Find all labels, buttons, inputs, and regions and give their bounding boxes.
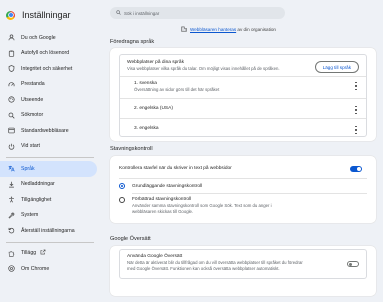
sidebar-item-label: Vid start bbox=[21, 143, 40, 150]
sidebar-nav: Du och Google Autofyll och lösenord Inte… bbox=[0, 30, 100, 277]
app-header: Inställningar bbox=[6, 6, 100, 24]
sidebar-item-label: Autofyll och lösenord bbox=[21, 50, 70, 57]
translate-box: Använda Google Översätt När detta är akt… bbox=[119, 249, 367, 279]
search-bar: Sök i inställningar bbox=[110, 7, 285, 21]
sidebar-item-system[interactable]: System bbox=[0, 208, 97, 224]
languages-description: Visa webbplatser vilka språk du talar. O… bbox=[127, 66, 280, 71]
chrome-logo-icon bbox=[6, 10, 15, 20]
accessibility-icon bbox=[8, 196, 15, 203]
browser-icon bbox=[8, 127, 15, 134]
sidebar-item-extensions[interactable]: Tillägg bbox=[0, 246, 97, 262]
sidebar-item-languages[interactable]: Språk bbox=[0, 161, 97, 177]
sidebar-divider bbox=[6, 241, 94, 243]
section-title-spellcheck: Stavningskontroll bbox=[110, 146, 153, 152]
managed-notice: Webbläsaren hanteras av din organisation bbox=[181, 26, 276, 32]
sidebar-item-reset-settings[interactable]: Återställ inställningarna bbox=[0, 223, 97, 239]
sidebar-item-label: Prestanda bbox=[21, 81, 45, 88]
clipboard-icon bbox=[8, 50, 15, 57]
sidebar-item-about-chrome[interactable]: Om Chrome bbox=[0, 261, 97, 277]
row-divider bbox=[132, 193, 367, 194]
sidebar-item-on-startup[interactable]: Vid start bbox=[0, 139, 97, 155]
languages-heading: Webbplatser på dina språk bbox=[127, 60, 184, 65]
sidebar-divider bbox=[6, 157, 94, 158]
basic-spellcheck-label: Grundläggande stavningskontroll bbox=[132, 184, 203, 189]
sidebar-item-label: Du och Google bbox=[21, 34, 56, 41]
person-icon bbox=[8, 34, 15, 41]
sidebar-item-appearance[interactable]: Utseende bbox=[0, 92, 97, 108]
sidebar-item-label: Språk bbox=[21, 165, 35, 172]
enhanced-spellcheck-radio[interactable] bbox=[119, 197, 125, 203]
sidebar-item-autofill[interactable]: Autofyll och lösenord bbox=[0, 46, 97, 62]
sidebar-item-performance[interactable]: Prestanda bbox=[0, 77, 97, 93]
section-title-translate: Google Översätt bbox=[110, 236, 151, 242]
palette-icon bbox=[8, 96, 15, 103]
section-title-languages: Föredragna språk bbox=[110, 39, 155, 45]
reset-icon bbox=[8, 227, 15, 234]
translate-icon bbox=[8, 165, 15, 172]
search-input[interactable]: Sök i inställningar bbox=[110, 7, 285, 19]
row-divider bbox=[120, 76, 366, 77]
building-icon bbox=[181, 26, 187, 32]
sidebar-item-accessibility[interactable]: Tillgänglighet bbox=[0, 192, 97, 208]
languages-box: Webbplatser på dina språk Visa webbplats… bbox=[119, 54, 367, 137]
sidebar-item-default-browser[interactable]: Standardwebbläsare bbox=[0, 123, 97, 139]
translate-desc-line2: med Google Översätt. Funktionen kan ocks… bbox=[127, 266, 280, 271]
managed-suffix: av din organisation bbox=[237, 26, 276, 32]
row-divider bbox=[120, 118, 366, 119]
sidebar-item-label: Om Chrome bbox=[21, 265, 50, 272]
shield-icon bbox=[8, 65, 15, 73]
language-menu-icon[interactable] bbox=[354, 82, 358, 90]
languages-card: Webbplatser på dina språk Visa webbplats… bbox=[110, 48, 376, 141]
language-note: Översättning av sidor görs till det här … bbox=[134, 87, 220, 92]
download-icon bbox=[8, 181, 15, 188]
add-language-button[interactable]: Lägg till språk bbox=[314, 61, 359, 73]
open-in-new-icon bbox=[40, 249, 46, 257]
sidebar-item-label: Återställ inställningarna bbox=[21, 227, 75, 234]
power-icon bbox=[8, 143, 15, 150]
language-name: 1. svenska bbox=[134, 81, 157, 86]
wrench-icon bbox=[8, 212, 15, 219]
sidebar-item-you-and-google[interactable]: Du och Google bbox=[0, 30, 97, 46]
sidebar-item-privacy[interactable]: Integritet och säkerhet bbox=[0, 61, 97, 77]
row-divider bbox=[119, 178, 367, 179]
sidebar: Inställningar Du och Google Autofyll och… bbox=[0, 0, 100, 302]
language-menu-icon[interactable] bbox=[354, 126, 358, 134]
sidebar-item-downloads[interactable]: Nedladdningar bbox=[0, 177, 97, 193]
sidebar-item-label: System bbox=[21, 212, 39, 219]
language-menu-icon[interactable] bbox=[354, 106, 358, 114]
page-title: Inställningar bbox=[22, 10, 71, 20]
translate-toggle[interactable] bbox=[347, 261, 359, 267]
speedometer-icon bbox=[8, 81, 15, 88]
sidebar-item-label: Integritet och säkerhet bbox=[21, 65, 73, 72]
translate-toggle-label: Använda Google Översätt bbox=[127, 254, 183, 259]
managed-link[interactable]: Webbläsaren hanteras bbox=[190, 27, 236, 32]
spellcheck-toggle-label: Kontrollera stavfel när du skriver in te… bbox=[119, 166, 232, 171]
sidebar-item-search-engine[interactable]: Sökmotor bbox=[0, 108, 97, 124]
search-icon bbox=[116, 10, 124, 16]
sidebar-item-label: Nedladdningar bbox=[21, 181, 55, 188]
sidebar-item-label: Sökmotor bbox=[21, 112, 44, 119]
translate-card: Använda Google Översätt När detta är akt… bbox=[110, 246, 376, 296]
language-name: 2. engelska (USA) bbox=[134, 106, 173, 111]
row-divider bbox=[120, 98, 366, 99]
sidebar-item-label: Tillägg bbox=[21, 250, 37, 257]
enhanced-spellcheck-desc-line2: webbläsaren skickas till Google. bbox=[132, 209, 194, 214]
spellcheck-card: Kontrollera stavfel när du skriver in te… bbox=[110, 156, 376, 223]
sidebar-item-label: Standardwebbläsare bbox=[21, 127, 69, 134]
enhanced-spellcheck-label: Förbättrad stavningskontroll bbox=[132, 197, 192, 202]
language-name: 3. engelska bbox=[134, 126, 159, 131]
chrome-icon bbox=[8, 265, 15, 272]
basic-spellcheck-radio[interactable] bbox=[119, 183, 125, 189]
search-icon bbox=[8, 112, 15, 119]
puzzle-icon bbox=[8, 250, 15, 257]
search-placeholder: Sök i inställningar bbox=[124, 10, 160, 16]
spellcheck-toggle[interactable] bbox=[350, 166, 362, 172]
sidebar-item-label: Utseende bbox=[21, 96, 44, 103]
sidebar-item-label: Tillgänglighet bbox=[21, 196, 52, 203]
